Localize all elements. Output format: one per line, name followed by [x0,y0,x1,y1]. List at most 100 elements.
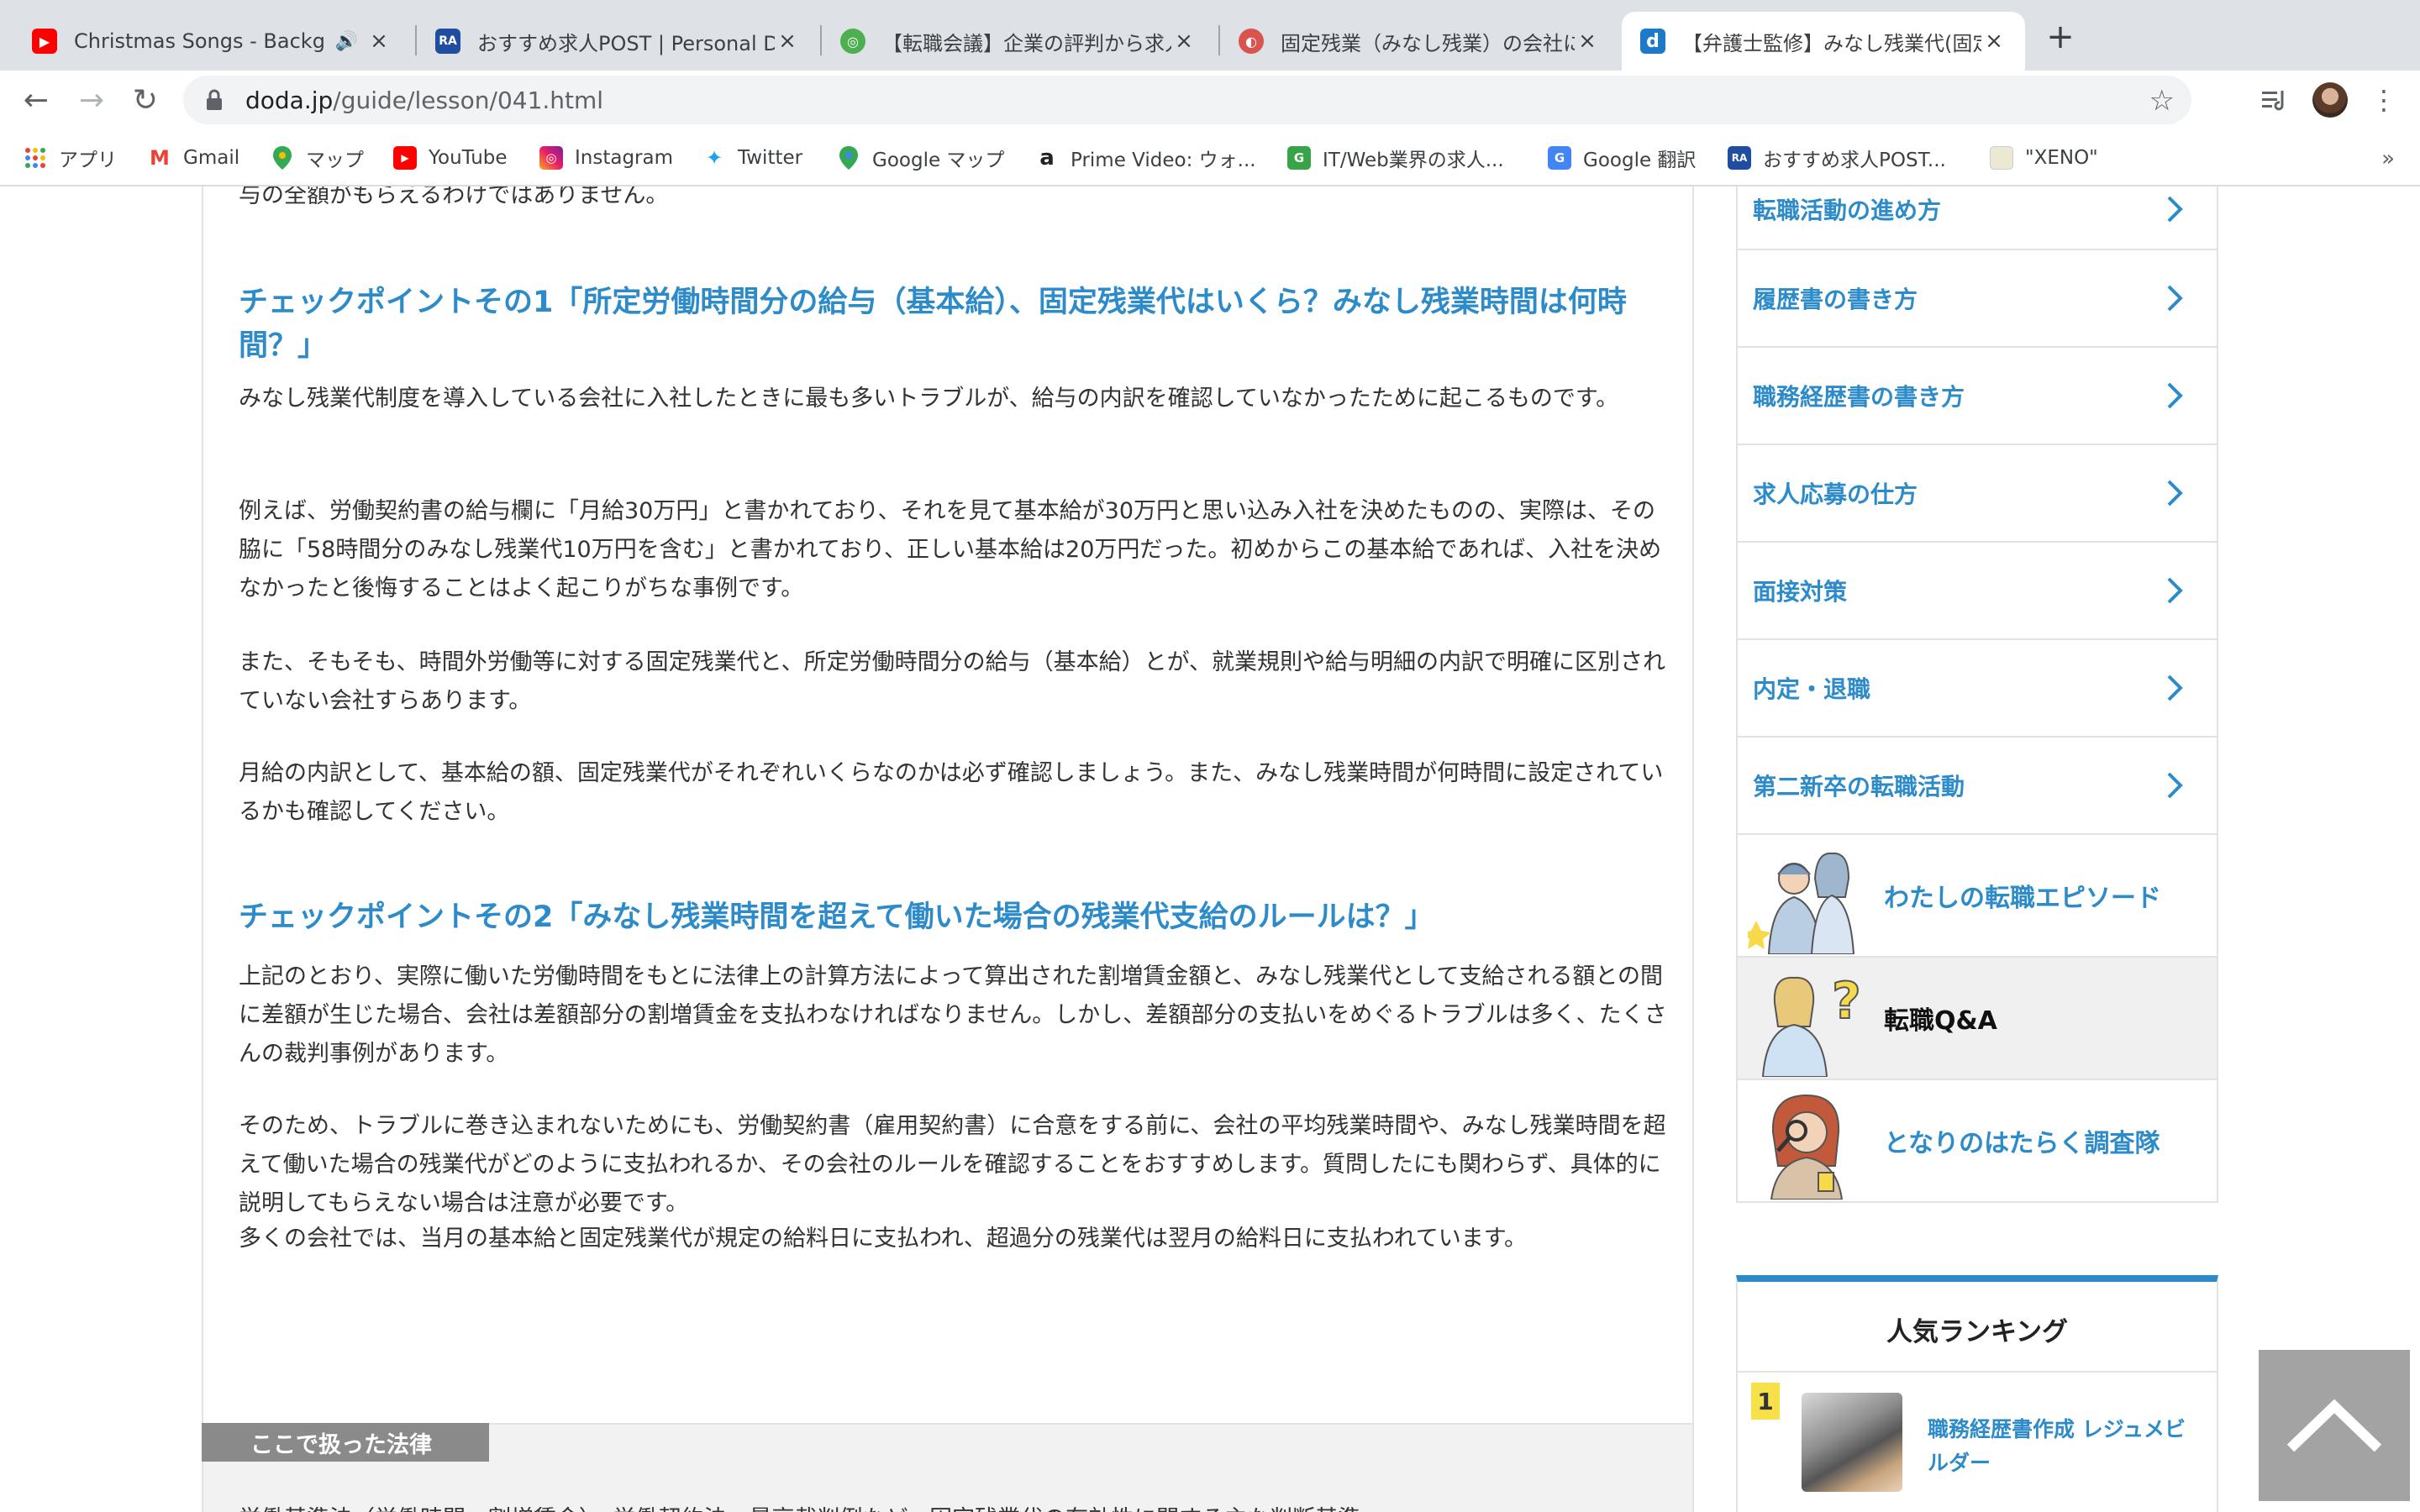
tab-title: 【弁護士監修】みなし残業代(固定残業代) [1682,31,1981,55]
tab-title: 固定残業（みなし残業）の会社に転職 [1281,31,1575,55]
twitter-icon: ✦ [705,146,723,170]
bookmark-label: IT/Web業界の求人... [1323,150,1504,171]
sidebar-item-cv[interactable]: 職務経歴書の書き方 [1736,348,2218,445]
bookmark-prime-video[interactable]: a Prime Video: ウォ... [1035,141,1256,175]
bookmark-label: おすすめ求人POST... [1763,150,1946,171]
close-tab-icon[interactable]: × [1575,29,1600,54]
ranking-title: 人気ランキング [1886,1317,2069,1347]
sidebar-item-label: 面接対策 [1753,578,1848,606]
sidebar-item-label: 求人応募の仕方 [1753,480,1918,508]
paragraph: みなし残業代制度を導入している会社に入社したときに最も多いトラブルが、給与の内訳… [239,386,1619,412]
bookmark-youtube[interactable]: ▶ YouTube [393,141,508,175]
sidebar-item-application[interactable]: 求人応募の仕方 [1736,445,2218,543]
laptop-thumbnail-image[interactable] [1802,1393,1902,1492]
close-tab-icon[interactable]: × [775,29,800,54]
back-arrow-icon[interactable]: ← [17,81,55,119]
bookmark-label: Google マップ [872,150,1005,171]
bookmark-gmail[interactable]: M Gmail [148,141,239,175]
tab-title: おすすめ求人POST | Personal Data [477,31,775,55]
bookmark-google-translate[interactable]: G Google 翻訳 [1548,141,1696,175]
bookmark-label: "XENO" [2025,147,2098,169]
paragraph: また、そもそも、時間外労働等に対する固定残業代と、所定労働時間分の給与（基本給）… [239,649,1666,714]
sidebar-item-survey-team[interactable]: となりのはたらく調査隊 [1736,1080,2218,1203]
lock-icon[interactable] [202,87,227,113]
close-tab-icon[interactable]: × [366,29,392,54]
jobtalk-favicon-icon: ◎ [840,29,865,54]
ra-favicon-icon: RA [435,29,460,54]
law-box-label: ここで扱った法律 [202,1423,489,1462]
sidebar-item-job-change-process[interactable]: 転職活動の進め方 [1736,186,2218,250]
youtube-favicon-icon: ▶ [32,29,57,54]
bookmark-twitter[interactable]: ✦ Twitter [702,141,802,175]
sidebar-item-episodes[interactable]: わたしの転職エピソード [1736,835,2218,958]
heading-checkpoint-1: チェックポイントその1「所定労働時間分の給与（基本給）、固定残業代はいくら？みな… [239,286,1627,363]
sidebar-item-interview[interactable]: 面接対策 [1736,543,2218,640]
chevron-right-icon [2158,379,2191,412]
detective-woman-illustration-icon [1748,1082,1874,1200]
sidebar-item-label: 第二新卒の転職活動 [1753,773,1965,801]
chevron-right-icon [2158,281,2191,315]
tab-2[interactable]: RA おすすめ求人POST | Personal Data × [417,12,818,71]
tab-4[interactable]: ◐ 固定残業（みなし残業）の会社に転職 × [1220,12,1618,71]
url-text: doda.jp/guide/lesson/041.html [245,86,604,114]
profile-avatar[interactable] [2312,82,2348,118]
tab-title: 【転職会議】企業の評判から求人まで [882,31,1171,55]
bookmark-maps[interactable]: マップ [271,141,364,175]
tab-3[interactable]: ◎ 【転職会議】企業の評判から求人まで × [822,12,1215,71]
bookmark-star-icon[interactable]: ☆ [2149,84,2175,118]
scroll-to-top-button[interactable] [2259,1350,2410,1501]
page-content: 与の全額がもらえるわけではありません。 チェックポイントその1「所定労働時間分の… [0,186,2420,1512]
bookmark-xeno[interactable]: "XENO" [1990,141,2098,175]
bookmark-label: Google 翻訳 [1583,150,1697,171]
paragraph: 多くの会社では、当月の基本給と固定残業代が規定の給料日に支払われ、超過分の残業代… [239,1226,1528,1252]
bookmark-apps[interactable]: アプリ [24,141,117,175]
sidebar-item-label: 転職活動の進め方 [1753,197,1942,224]
reading-list-icon[interactable] [2255,81,2294,119]
site-favicon-icon: ◐ [1239,29,1264,54]
bookmark-label: Instagram [575,147,674,169]
paragraph-intro-tail: 与の全額がもらえるわけではありません。 [239,186,669,208]
forward-arrow-icon[interactable]: → [72,81,111,119]
bookmark-ra-post[interactable]: RA おすすめ求人POST... [1728,141,1946,175]
bookmark-label: アプリ [59,150,117,171]
chevron-up-icon [2286,1399,2382,1452]
maps-pin-icon [837,146,860,170]
sidebar-item-resume[interactable]: 履歴書の書き方 [1736,250,2218,348]
bookmark-label: Prime Video: ウォ... [1071,150,1256,171]
close-tab-icon[interactable]: × [1981,29,2007,54]
instagram-icon: ◎ [539,146,563,170]
bookmark-instagram[interactable]: ◎ Instagram [539,141,673,175]
woman-question-illustration-icon: ? [1748,959,1874,1078]
more-menu-icon[interactable]: ⋮ [2365,81,2403,119]
bookmark-label: YouTube [429,147,508,169]
paragraph: 月給の内訳として、基本給の額、固定残業代がそれぞれいくらなのかは必ず確認しましょ… [239,760,1664,825]
tab-5-active[interactable]: d 【弁護士監修】みなし残業代(固定残業代) × [1622,12,2025,71]
paragraph: そのため、トラブルに巻き込まれないためにも、労働契約書（雇用契約書）に合意をする… [239,1113,1666,1216]
address-bar[interactable]: doda.jp/guide/lesson/041.html ☆ [183,76,2191,124]
bookmarks-bar: アプリ M Gmail マップ ▶ YouTube ◎ Instagram ✦ … [0,129,2420,186]
doda-favicon-icon: d [1640,29,1665,54]
sidebar-item-second-new-grad[interactable]: 第二新卒の転職活動 [1736,738,2218,835]
svg-text:?: ? [1832,972,1861,1031]
page-icon [1990,146,2013,170]
close-tab-icon[interactable]: × [1171,29,1197,54]
reload-icon[interactable]: ↻ [126,81,165,119]
chevron-right-icon [2158,192,2191,226]
bookmark-green[interactable]: G IT/Web業界の求人... [1287,141,1504,175]
people-illustration-icon [1743,837,1874,955]
green-icon: G [1287,146,1311,170]
chevron-right-icon [2158,769,2191,802]
ranking-item-link[interactable]: 職務経歴書作成 レジュメビルダー [1928,1413,2205,1480]
sidebar-item-qa[interactable]: ? 転職Q&A [1736,958,2218,1080]
bookmark-label: マップ [306,150,364,171]
new-tab-icon[interactable]: + [2042,18,2079,56]
bookmark-google-maps[interactable]: Google マップ [837,141,1004,175]
more-bookmarks-icon[interactable]: » [2381,146,2395,171]
tab-1[interactable]: ▶ Christmas Songs - Background Music 🔊 × [13,12,410,71]
sidebar-item-label: 転職Q&A [1884,1006,1997,1036]
popular-ranking: 人気ランキング 1 職務経歴書作成 レジュメビルダー [1736,1275,2218,1512]
browser-toolbar: ← → ↻ doda.jp/guide/lesson/041.html ☆ ⋮ [0,71,2420,129]
speaker-icon[interactable]: 🔊 [335,31,358,52]
sidebar-item-offer-resign[interactable]: 内定・退職 [1736,640,2218,738]
tab-title: Christmas Songs - Background Music [74,29,327,53]
